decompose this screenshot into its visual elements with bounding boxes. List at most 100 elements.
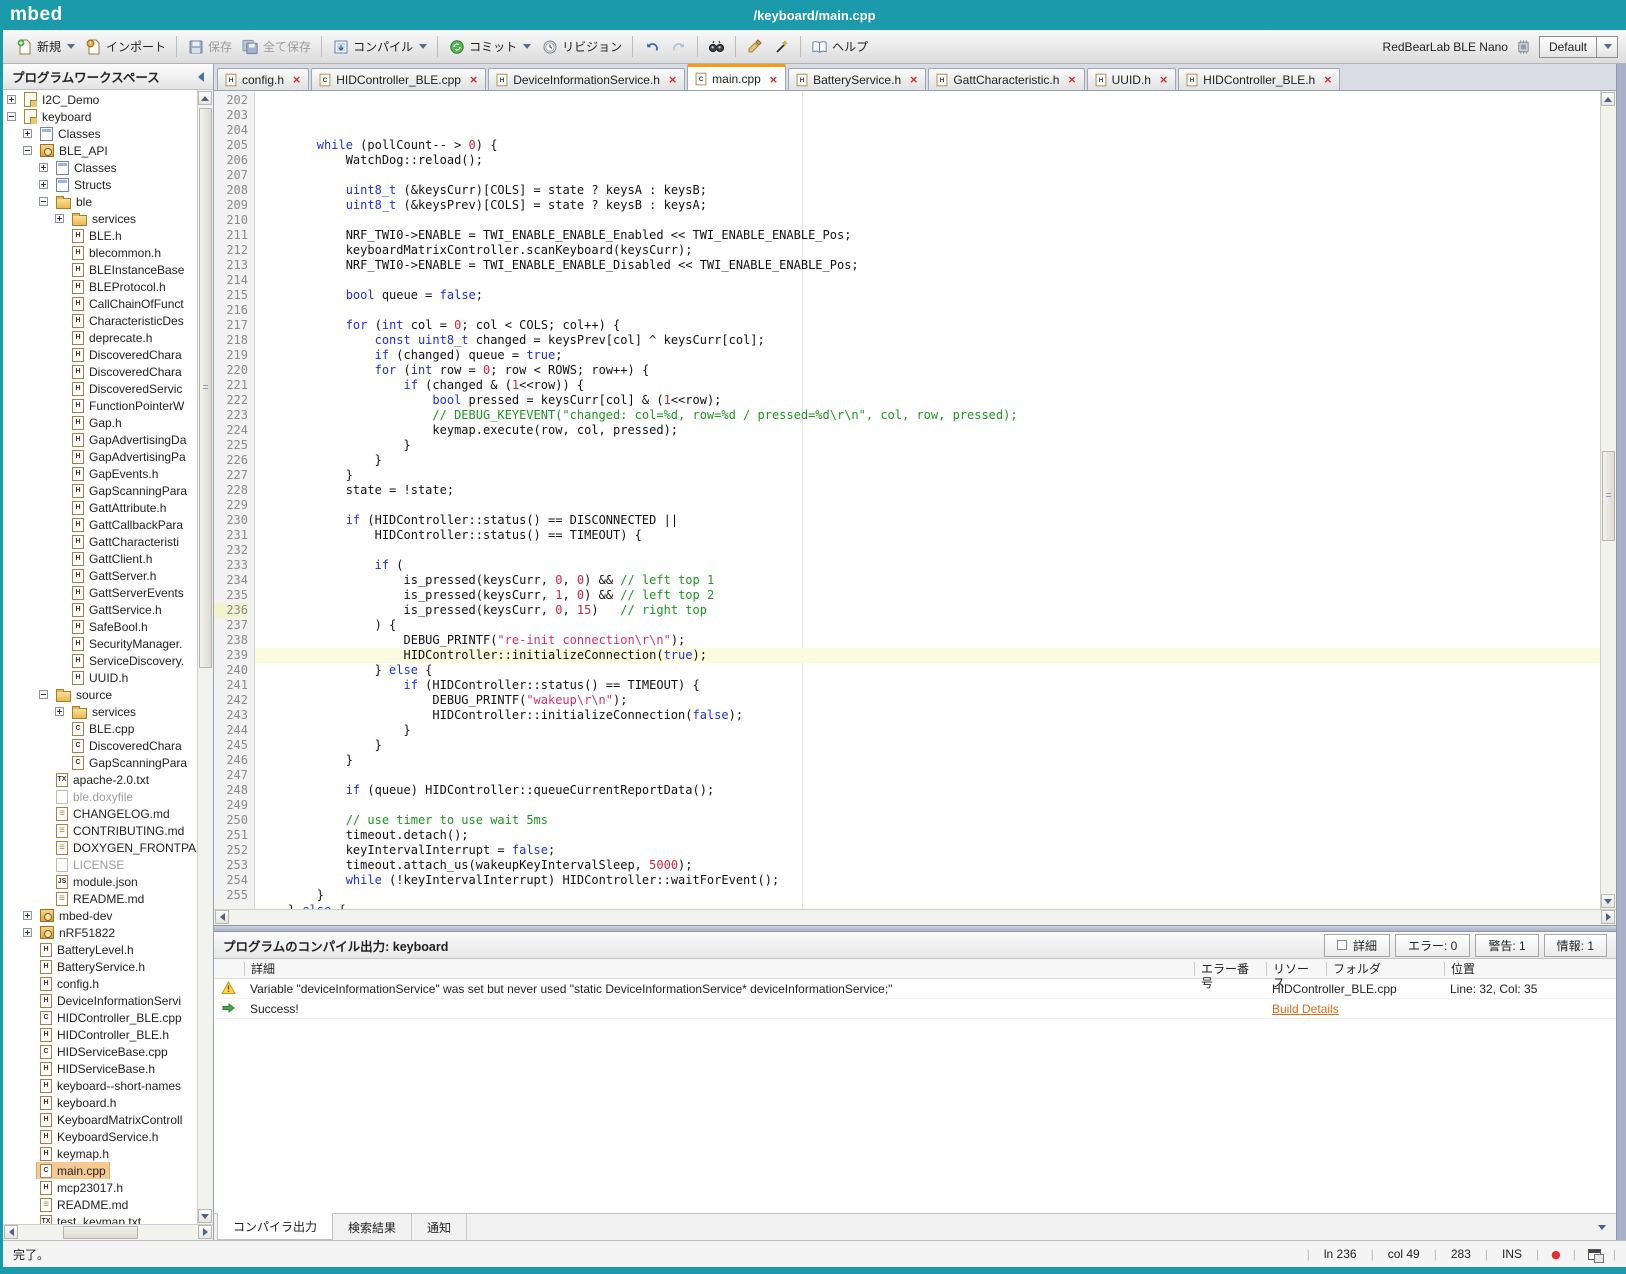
expand-icon[interactable] <box>23 911 32 920</box>
expand-icon[interactable] <box>23 928 32 937</box>
panel-collapse-icon[interactable] <box>1598 1225 1606 1230</box>
tree-item-ble-api[interactable]: BLE_API <box>3 142 197 159</box>
editor-vertical-scrollbar[interactable] <box>1600 91 1616 909</box>
bottom-tab-検索結果[interactable]: 検索結果 <box>333 1214 412 1240</box>
scroll-up-icon[interactable] <box>198 91 212 105</box>
detail-filter-button[interactable]: 詳細 <box>1324 934 1390 957</box>
tab-hidcontroller-ble-cpp[interactable]: HIDController_BLE.cpp× <box>311 68 486 90</box>
tree-item-structs[interactable]: Structs <box>3 176 197 193</box>
tree-item-test-keymap-txt[interactable]: test_keymap.txt <box>3 1213 197 1224</box>
tree-item-mcp23017-h[interactable]: mcp23017.h <box>3 1179 197 1196</box>
tree-item-ble[interactable]: ble <box>3 193 197 210</box>
tree-item-gapevents-h[interactable]: GapEvents.h <box>3 465 197 482</box>
tree-item-ble-h[interactable]: BLE.h <box>3 227 197 244</box>
tree-item-batteryservice-h[interactable]: BatteryService.h <box>3 958 197 975</box>
chevron-down-icon[interactable] <box>419 44 427 49</box>
tree-item-bleprotocol-h[interactable]: BLEProtocol.h <box>3 278 197 295</box>
build-target-dropdown[interactable]: Default <box>1539 36 1618 58</box>
tree-item-readme-md[interactable]: README.md <box>3 1196 197 1213</box>
expand-icon[interactable] <box>55 214 64 223</box>
tree-scroll-thumb[interactable] <box>199 108 212 668</box>
tree-hscroll-thumb[interactable] <box>63 1226 138 1239</box>
tab-batteryservice-h[interactable]: BatteryService.h× <box>788 68 926 90</box>
record-icon[interactable]: ● <box>1539 1248 1573 1261</box>
tab-config-h[interactable]: config.h× <box>217 68 309 90</box>
tree-item-functionpointerw[interactable]: FunctionPointerW <box>3 397 197 414</box>
bottom-tab-通知[interactable]: 通知 <box>412 1214 467 1240</box>
expand-icon[interactable] <box>7 95 16 104</box>
help-button[interactable]: ヘルプ <box>806 35 873 58</box>
code-area[interactable]: while (pollCount-- > 0) { WatchDog::relo… <box>255 91 1600 909</box>
output-row[interactable]: Variable "deviceInformationService" was … <box>214 979 1616 999</box>
expand-icon[interactable] <box>39 180 48 189</box>
tree-item-batterylevel-h[interactable]: BatteryLevel.h <box>3 941 197 958</box>
save-all-button[interactable]: 全て保存 <box>237 35 316 58</box>
column-position[interactable]: 位置 <box>1444 962 1616 976</box>
code-editor[interactable]: 2022032042052062072082092102112122132142… <box>214 91 1616 909</box>
collapse-icon[interactable] <box>39 197 48 206</box>
tree-item-contributing-md[interactable]: CONTRIBUTING.md <box>3 822 197 839</box>
find-button[interactable] <box>703 36 730 58</box>
layout-icon[interactable] <box>1588 1249 1601 1260</box>
collapse-icon[interactable] <box>23 146 32 155</box>
tree-item-classes[interactable]: Classes <box>3 125 197 142</box>
tree-vertical-scrollbar[interactable] <box>197 90 213 1224</box>
tree-horizontal-scrollbar[interactable] <box>3 1224 213 1240</box>
chevron-down-icon[interactable] <box>1596 37 1617 57</box>
bottom-tab-コンパイラ出力[interactable]: コンパイラ出力 <box>217 1213 333 1240</box>
tree-item-hidservicebase-h[interactable]: HIDServiceBase.h <box>3 1060 197 1077</box>
tree-item-config-h[interactable]: config.h <box>3 975 197 992</box>
tree-item-bleinstancebase[interactable]: BLEInstanceBase <box>3 261 197 278</box>
tree-item-ble-cpp[interactable]: BLE.cpp <box>3 720 197 737</box>
panel-splitter[interactable] <box>214 925 1616 932</box>
tree-item-discoveredchara[interactable]: DiscoveredChara <box>3 363 197 380</box>
tree-item-characteristicdes[interactable]: CharacteristicDes <box>3 312 197 329</box>
tree-item-gap-h[interactable]: Gap.h <box>3 414 197 431</box>
tree-item-keyboardmatrixcontroll[interactable]: KeyboardMatrixControll <box>3 1111 197 1128</box>
collapse-icon[interactable] <box>39 690 48 699</box>
tree-item-gapadvertisingpa[interactable]: GapAdvertisingPa <box>3 448 197 465</box>
tree-item-keyboard[interactable]: keyboard <box>3 108 197 125</box>
redo-button[interactable] <box>665 36 692 58</box>
tree-item-license[interactable]: LICENSE <box>3 856 197 873</box>
scroll-down-icon[interactable] <box>1601 894 1615 908</box>
tree-item-callchainoffunct[interactable]: CallChainOfFunct <box>3 295 197 312</box>
column-folder[interactable]: フォルダ <box>1326 962 1444 976</box>
tree-item-gattserverevents[interactable]: GattServerEvents <box>3 584 197 601</box>
tree-item-readme-md[interactable]: README.md <box>3 890 197 907</box>
close-icon[interactable]: × <box>769 73 778 86</box>
tree-item-gattservice-h[interactable]: GattService.h <box>3 601 197 618</box>
tab-main-cpp[interactable]: main.cpp× <box>687 64 786 91</box>
editor-scroll-thumb[interactable] <box>1602 451 1615 541</box>
chevron-down-icon[interactable] <box>523 44 531 49</box>
new-button[interactable]: 新規 <box>11 35 80 58</box>
info-filter-button[interactable]: 情報: 1 <box>1544 934 1607 957</box>
tree-item-gattclient-h[interactable]: GattClient.h <box>3 550 197 567</box>
tree-item-uuid-h[interactable]: UUID.h <box>3 669 197 686</box>
close-icon[interactable]: × <box>469 73 478 86</box>
tree-item-services[interactable]: services <box>3 210 197 227</box>
tree-item-securitymanager-[interactable]: SecurityManager. <box>3 635 197 652</box>
expand-icon[interactable] <box>39 163 48 172</box>
scroll-up-icon[interactable] <box>1601 92 1615 106</box>
revision-button[interactable]: リビジョン <box>536 35 627 58</box>
close-icon[interactable]: × <box>1067 73 1076 86</box>
tree-item-gattcallbackpara[interactable]: GattCallbackPara <box>3 516 197 533</box>
tab-gattcharacteristic-h[interactable]: GattCharacteristic.h× <box>928 68 1084 90</box>
close-icon[interactable]: × <box>1323 73 1332 86</box>
tree-item-discoveredchara[interactable]: DiscoveredChara <box>3 346 197 363</box>
tab-deviceinformationservice-h[interactable]: DeviceInformationService.h× <box>488 68 685 90</box>
collapse-icon[interactable] <box>7 112 16 121</box>
tree-item-hidcontroller-ble-h[interactable]: HIDController_BLE.h <box>3 1026 197 1043</box>
expand-icon[interactable] <box>55 707 64 716</box>
tree-item-main-cpp[interactable]: main.cpp <box>3 1162 197 1179</box>
tree-item-blecommon-h[interactable]: blecommon.h <box>3 244 197 261</box>
compile-button[interactable]: コンパイル <box>327 35 432 58</box>
wand-button[interactable] <box>768 36 795 58</box>
scroll-down-icon[interactable] <box>198 1209 212 1223</box>
tree-item-keyboard-short-names[interactable]: keyboard--short-names <box>3 1077 197 1094</box>
close-icon[interactable]: × <box>292 73 301 86</box>
close-icon[interactable]: × <box>1159 73 1168 86</box>
tree-item-classes[interactable]: Classes <box>3 159 197 176</box>
build-details-link[interactable]: Build Details <box>1272 1002 1339 1016</box>
